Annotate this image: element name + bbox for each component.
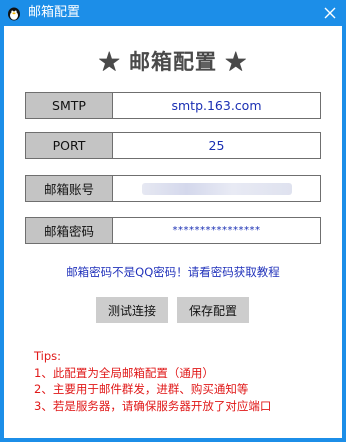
smtp-input[interactable]: smtp.163.com (113, 92, 321, 119)
penguin-icon (8, 7, 20, 21)
title-bar[interactable]: 邮箱配置 (0, 0, 346, 26)
smtp-row: SMTP smtp.163.com (25, 92, 321, 119)
window-title: 邮箱配置 (28, 5, 81, 20)
close-icon (324, 7, 336, 19)
tips-title: Tips: (34, 349, 62, 363)
page-title: ★ 邮箱配置 ★ (98, 49, 248, 74)
account-row: 邮箱账号 (25, 175, 321, 202)
tips-section: Tips: 1、此配置为全局邮箱配置（通用） 2、主要用于邮件群发，进群、购买通… (34, 348, 271, 414)
save-config-button[interactable]: 保存配置 (177, 297, 249, 323)
password-row: 邮箱密码 **************** (25, 217, 321, 244)
test-connection-button[interactable]: 测试连接 (96, 297, 168, 323)
port-row: PORT 25 (25, 132, 321, 159)
dialog-body: ★ 邮箱配置 ★ SMTP smtp.163.com PORT 25 邮箱账号 … (4, 26, 342, 438)
tip-line: 1、此配置为全局邮箱配置（通用） (34, 365, 214, 380)
password-help-link[interactable]: 邮箱密码不是QQ密码！请看密码获取教程 (4, 264, 342, 280)
redacted-account-value (141, 182, 292, 195)
account-label: 邮箱账号 (25, 175, 113, 202)
account-input[interactable] (113, 175, 321, 202)
smtp-label: SMTP (25, 92, 113, 119)
port-input[interactable]: 25 (113, 132, 321, 159)
tip-line: 2、主要用于邮件群发，进群、购买通知等 (34, 382, 249, 396)
password-label: 邮箱密码 (25, 217, 113, 244)
password-input[interactable]: **************** (113, 217, 321, 244)
tip-line: 3、若是服务器，请确保服务器开放了对应端口 (34, 398, 272, 413)
close-button[interactable] (320, 3, 340, 23)
port-label: PORT (25, 132, 113, 159)
email-config-window: 邮箱配置 ★ 邮箱配置 ★ SMTP smtp.163.com PORT 25 … (0, 0, 346, 442)
